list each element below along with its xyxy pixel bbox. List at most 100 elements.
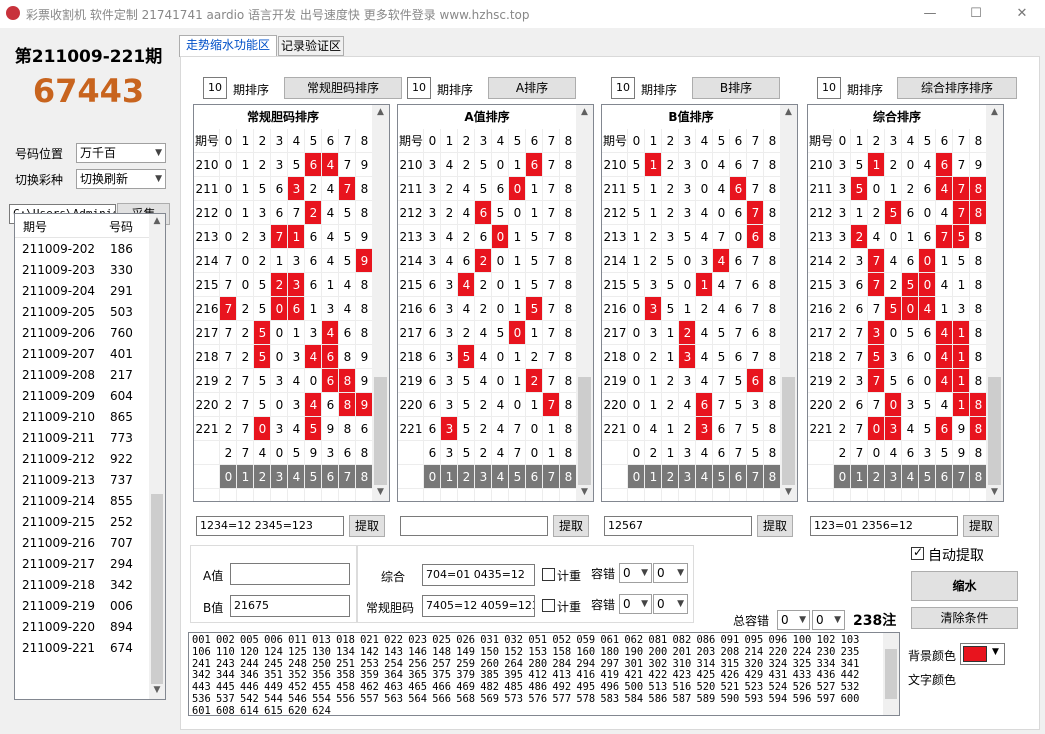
history-row[interactable]: 211009-204 291 xyxy=(15,281,149,302)
scroll-thumb[interactable] xyxy=(782,377,795,485)
sort-button[interactable]: A排序 xyxy=(488,77,576,99)
sort-period-count[interactable]: 10 xyxy=(817,77,841,99)
extract-button[interactable]: 提取 xyxy=(553,515,589,537)
total-tol-select-1[interactable]: 0 ▼ xyxy=(777,610,810,630)
a-input[interactable] xyxy=(230,563,350,585)
scroll-down-icon[interactable]: ▼ xyxy=(780,487,797,497)
history-row[interactable]: 211009-212 922 xyxy=(15,449,149,470)
history-row[interactable]: 211009-218 342 xyxy=(15,575,149,596)
history-row[interactable]: 211009-216 707 xyxy=(15,533,149,554)
history-row[interactable]: 211009-208 217 xyxy=(15,365,149,386)
sort-button[interactable]: 综合排序排序 xyxy=(897,77,1017,99)
tab-trend[interactable]: 走势缩水功能区 xyxy=(179,35,277,57)
history-list[interactable]: 期号 号码 211009-202 186 211009-203 330 211009-2… xyxy=(14,213,166,700)
history-row[interactable]: 211009-210 865 xyxy=(15,407,149,428)
tab-records[interactable]: 记录验证区 xyxy=(278,36,344,56)
scroll-thumb[interactable] xyxy=(885,649,897,699)
history-row[interactable]: 211009-213 737 xyxy=(15,470,149,491)
switch-select[interactable]: 切换刷新 ▼ xyxy=(76,169,166,189)
sort-button[interactable]: 常规胆码排序 xyxy=(284,77,402,99)
digit-cell: 1 xyxy=(649,206,658,220)
digit-cell: 7 xyxy=(220,297,237,321)
history-row[interactable]: 211009-211 773 xyxy=(15,428,149,449)
cg-tol-select-2[interactable]: 0 ▼ xyxy=(653,594,688,614)
digit-cell: 4 xyxy=(445,230,454,244)
col-number-header[interactable]: 号码 xyxy=(109,218,133,235)
sort-period-count[interactable]: 10 xyxy=(407,77,431,99)
history-row[interactable]: 211009-207 401 xyxy=(15,344,149,365)
scroll-up-icon[interactable]: ▲ xyxy=(780,107,797,117)
cg-tol-select-1[interactable]: 0 ▼ xyxy=(619,594,652,614)
clear-conditions-button[interactable]: 清除条件 xyxy=(911,607,1018,629)
history-row[interactable]: 211009-202 186 xyxy=(15,239,149,260)
history-row[interactable]: 211009-219 006 xyxy=(15,596,149,617)
zh-tol-select-2[interactable]: 0 ▼ xyxy=(653,563,688,583)
digit-cell: 5 xyxy=(851,177,868,201)
scroll-up-icon[interactable]: ▲ xyxy=(149,216,165,226)
tol-value: 0 xyxy=(623,597,631,611)
result-numbers-box[interactable]: 001 002 005 006 011 013 018 021 022 023 … xyxy=(188,632,900,716)
history-row[interactable]: 211009-205 503 xyxy=(15,302,149,323)
scroll-down-icon[interactable]: ▼ xyxy=(986,487,1003,497)
history-row[interactable]: 211009-214 855 xyxy=(15,491,149,512)
digit-cell: 0 xyxy=(717,206,726,220)
scroll-down-icon[interactable]: ▼ xyxy=(372,487,389,497)
extract-button[interactable]: 提取 xyxy=(349,515,385,537)
filter-input[interactable]: 12567 xyxy=(604,516,752,536)
scroll-up-icon[interactable]: ▲ xyxy=(372,107,389,117)
close-button[interactable]: ✕ xyxy=(999,0,1045,28)
minimize-button[interactable]: — xyxy=(907,0,953,28)
sort-period-count[interactable]: 10 xyxy=(611,77,635,99)
scroll-thumb[interactable] xyxy=(151,494,163,684)
col-issue-header[interactable]: 期号 xyxy=(23,218,47,235)
history-row[interactable]: 211009-206 760 xyxy=(15,323,149,344)
digit-cell: 4 xyxy=(305,393,322,417)
history-row[interactable]: 211009-203 330 xyxy=(15,260,149,281)
trend-grid: A值排序期号0123456789210342501678921132456017… xyxy=(397,104,594,502)
grid-scrollbar[interactable]: ▲ ▼ xyxy=(986,105,1003,501)
auto-extract-checkbox[interactable] xyxy=(911,545,924,560)
scroll-up-icon[interactable]: ▲ xyxy=(986,107,1003,117)
filter-input[interactable]: 123=01 2356=12 xyxy=(810,516,958,536)
grid-scrollbar[interactable]: ▲ ▼ xyxy=(372,105,389,501)
sort-period-count[interactable]: 10 xyxy=(203,77,227,99)
numbers-scrollbar[interactable] xyxy=(883,633,899,715)
scroll-thumb[interactable] xyxy=(578,377,591,485)
scroll-up-icon[interactable]: ▲ xyxy=(576,107,593,117)
history-row[interactable]: 211009-215 252 xyxy=(15,512,149,533)
shrink-button[interactable]: 缩水 xyxy=(911,571,1018,601)
grid-scrollbar[interactable]: ▲ ▼ xyxy=(576,105,593,501)
grid-scrollbar[interactable]: ▲ ▼ xyxy=(780,105,797,501)
sort-button[interactable]: B排序 xyxy=(692,77,780,99)
digit-cell: 2 xyxy=(649,350,658,364)
digit-cell: 0 xyxy=(632,374,641,388)
extract-button[interactable]: 提取 xyxy=(963,515,999,537)
position-select[interactable]: 万千百 ▼ xyxy=(76,143,166,163)
cg-input[interactable]: 7405=12 4059=123 xyxy=(422,595,535,617)
scroll-down-icon[interactable]: ▼ xyxy=(576,487,593,497)
maximize-button[interactable]: ☐ xyxy=(953,0,999,28)
scroll-thumb[interactable] xyxy=(374,377,387,485)
extract-button[interactable]: 提取 xyxy=(757,515,793,537)
total-tol-select-2[interactable]: 0 ▼ xyxy=(812,610,845,630)
scroll-down-icon[interactable]: ▼ xyxy=(149,685,165,695)
zh-input[interactable]: 704=01 0435=12 xyxy=(422,564,535,586)
history-row[interactable]: 211009-221 674 xyxy=(15,638,149,659)
history-scrollbar[interactable]: ▲ ▼ xyxy=(149,214,165,699)
filter-input[interactable] xyxy=(400,516,548,536)
history-row[interactable]: 211009-217 294 xyxy=(15,554,149,575)
cg-count-checkbox[interactable] xyxy=(542,599,555,612)
zh-count-checkbox[interactable] xyxy=(542,568,555,581)
footer-digit-cell: 1 xyxy=(441,465,458,489)
history-row[interactable]: 211009-209 604 xyxy=(15,386,149,407)
digit-cell: 6 xyxy=(717,422,726,436)
grid-title: B值排序 xyxy=(602,105,780,129)
filter-input[interactable]: 1234=12 2345=123 xyxy=(196,516,344,536)
b-input[interactable]: 21675 xyxy=(230,595,350,617)
history-row[interactable]: 211009-220 894 xyxy=(15,617,149,638)
digit-cell: 2 xyxy=(666,206,675,220)
scroll-thumb[interactable] xyxy=(988,377,1001,485)
bg-color-picker[interactable]: ▼ xyxy=(960,643,1005,665)
digit-cell: 7 xyxy=(957,158,966,172)
zh-tol-select-1[interactable]: 0 ▼ xyxy=(619,563,652,583)
